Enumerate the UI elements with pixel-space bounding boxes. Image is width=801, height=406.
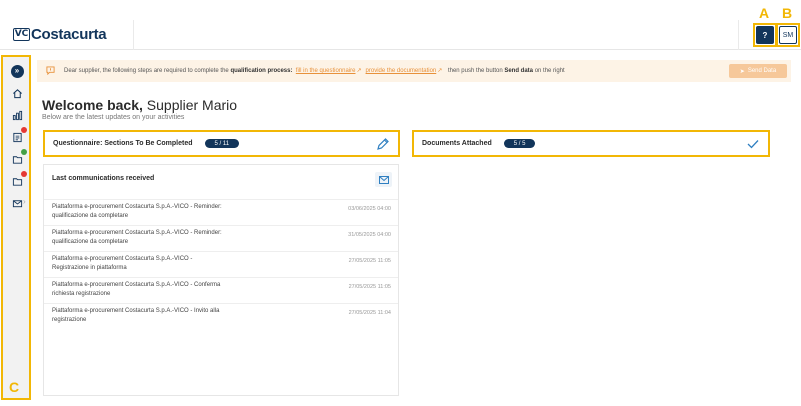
send-icon: ➤ [739, 68, 745, 75]
sidebar-item-home[interactable] [10, 86, 24, 100]
page-subtitle: Below are the latest updates on your act… [42, 114, 185, 121]
expand-icon: » [10, 64, 24, 78]
notice-text: Dear supplier, the following steps are r… [64, 67, 565, 74]
external-link-icon: ↗ [437, 68, 443, 74]
communication-subject: Piattaforma e-procurement Costacurta S.p… [52, 229, 262, 247]
chevron-right-icon: › [23, 197, 26, 206]
mail-icon [12, 199, 22, 207]
documents-card[interactable]: Documents Attached 5 / 5 [412, 130, 770, 157]
subject-line-2: qualificazione da completare [52, 213, 129, 219]
subject-line-1: Piattaforma e-procurement Costacurta S.p… [52, 308, 220, 314]
page-title: Welcome back, Supplier Mario [42, 97, 237, 113]
communication-date: 27/05/2025 11:05 [348, 258, 391, 264]
communication-date: 27/05/2025 11:05 [348, 284, 391, 290]
communications-panel: Last communications received Piattaforma… [43, 164, 399, 396]
questionnaire-count-badge: 5 / 11 [204, 139, 240, 148]
sidebar-item-messages[interactable] [10, 196, 24, 210]
sidebar-expand[interactable]: » [10, 64, 24, 78]
welcome-name: Supplier Mario [146, 97, 238, 113]
communication-item[interactable]: Piattaforma e-procurement Costacurta S.p… [44, 225, 398, 251]
provide-documentation-link[interactable]: provide the documentation [366, 68, 437, 74]
subject-line-1: Piattaforma e-procurement Costacurta S.p… [52, 204, 222, 210]
external-link-icon: ↗ [356, 68, 362, 74]
notice-text-part: on the right [533, 68, 565, 74]
send-data-button[interactable]: ➤ Send Data [729, 64, 787, 78]
help-button-highlight: ? [753, 23, 777, 47]
notice-text-part: then push the button [446, 68, 505, 74]
communication-item[interactable]: Piattaforma e-procurement Costacurta S.p… [44, 277, 398, 303]
checkmark-icon [747, 140, 759, 149]
questionnaire-badge [21, 127, 27, 133]
top-header: VC Costacurta A B ? SM [0, 0, 801, 50]
user-avatar-button[interactable]: SM [779, 26, 797, 44]
subject-line-2: registrazione [52, 317, 87, 323]
sidebar-item-documents[interactable] [10, 149, 27, 166]
chart-icon [12, 110, 22, 120]
communication-date: 27/05/2025 11:04 [348, 310, 391, 316]
info-bubble-icon [46, 66, 55, 75]
user-button-highlight: SM [776, 23, 800, 47]
welcome-greeting: Welcome back, [42, 97, 143, 113]
questionnaire-card-title: Questionnaire: Sections To Be Completed [53, 140, 193, 147]
questionnaire-icon [12, 132, 22, 142]
qualification-notice: Dear supplier, the following steps are r… [37, 60, 791, 82]
notice-text-part: Dear supplier, the following steps are r… [64, 68, 231, 74]
documents-card-title: Documents Attached [422, 140, 492, 147]
help-button[interactable]: ? [756, 26, 774, 44]
subject-line-2: richiesta registrazione [52, 291, 111, 297]
notice-bold: qualification process: [230, 68, 293, 74]
documents-badge [21, 149, 27, 155]
open-mailbox-button[interactable] [375, 172, 392, 187]
communication-date: 03/06/2025 04:00 [348, 206, 391, 212]
questionnaire-card[interactable]: Questionnaire: Sections To Be Completed … [43, 130, 400, 157]
marker-b: B [782, 5, 793, 21]
communication-subject: Piattaforma e-procurement Costacurta S.p… [52, 281, 262, 299]
subject-line-1: Piattaforma e-procurement Costacurta S.p… [52, 230, 222, 236]
documents-count-badge: 5 / 5 [503, 139, 536, 148]
communications-title: Last communications received [52, 175, 155, 182]
logo-mark-icon: VC [13, 28, 30, 41]
subject-line-1: Piattaforma e-procurement Costacurta S.p… [52, 256, 193, 262]
fill-questionnaire-link[interactable]: fill in the questionnaire [296, 68, 356, 74]
logo-text: Costacurta [31, 26, 107, 43]
header-divider [133, 20, 134, 50]
pencil-icon[interactable] [376, 137, 390, 151]
mail-icon [378, 175, 389, 184]
app-root: VC Costacurta A B ? SM » › C Dear suppli… [0, 0, 801, 406]
sidebar-item-dashboard[interactable] [10, 108, 24, 122]
communication-item[interactable]: Piattaforma e-procurement Costacurta S.p… [44, 303, 398, 329]
brand-logo[interactable]: VC Costacurta [13, 26, 107, 43]
communication-date: 31/05/2025 04:00 [348, 232, 391, 238]
communication-subject: Piattaforma e-procurement Costacurta S.p… [52, 307, 262, 325]
communication-item[interactable]: Piattaforma e-procurement Costacurta S.p… [44, 199, 398, 225]
sidebar-item-folder[interactable] [10, 171, 27, 188]
marker-c: C [9, 379, 20, 395]
home-icon [12, 88, 22, 98]
subject-line-1: Piattaforma e-procurement Costacurta S.p… [52, 282, 221, 288]
sidebar-item-questionnaire[interactable] [10, 127, 27, 144]
subject-line-2: qualificazione da completare [52, 239, 129, 245]
header-divider [738, 20, 739, 50]
communication-item[interactable]: Piattaforma e-procurement Costacurta S.p… [44, 251, 398, 277]
communication-subject: Piattaforma e-procurement Costacurta S.p… [52, 203, 262, 221]
folder-icon [12, 177, 22, 186]
documents-icon [12, 155, 22, 164]
subject-line-2: Registrazione in piattaforma [52, 265, 127, 271]
send-data-label: Send Data [747, 68, 777, 74]
notice-bold: Send data [504, 68, 534, 74]
communication-subject: Piattaforma e-procurement Costacurta S.p… [52, 255, 262, 273]
logo-mark-text: VC [14, 29, 29, 39]
marker-a: A [759, 5, 770, 21]
sidebar: » › C [1, 55, 31, 400]
folder-badge [21, 171, 27, 177]
